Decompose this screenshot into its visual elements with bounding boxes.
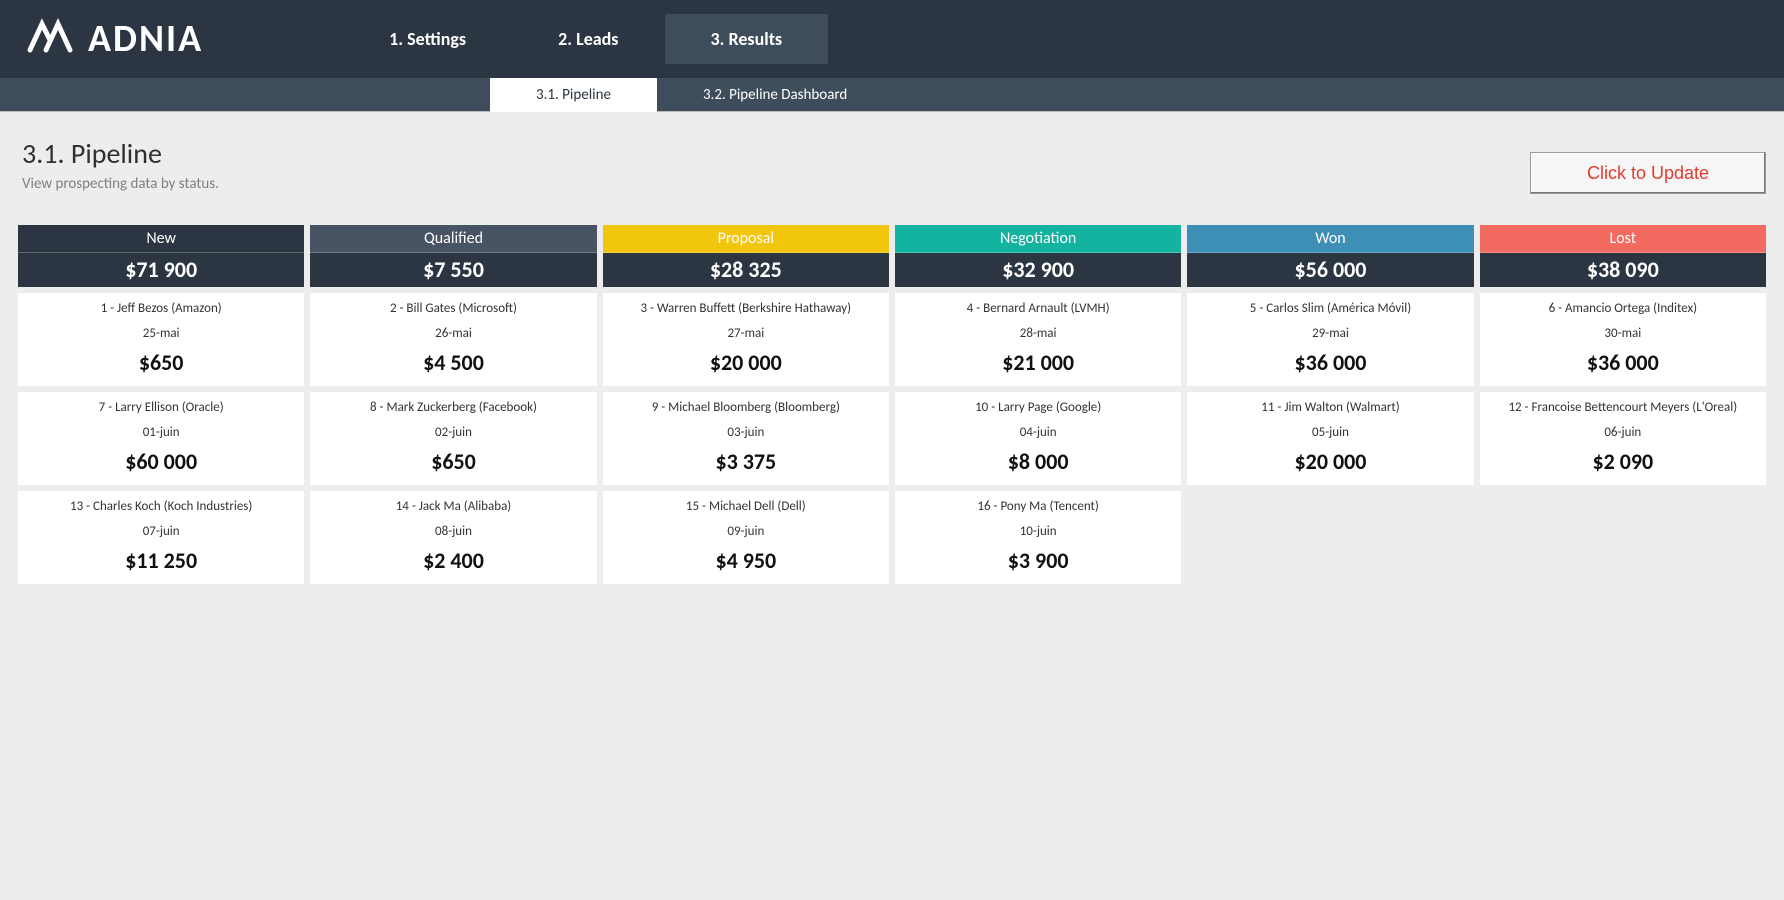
card-name: 1 - Jeff Bezos (Amazon) — [22, 301, 300, 316]
card-date: 01-juin — [22, 425, 300, 440]
subtab-pipeline[interactable]: 3.1. Pipeline — [490, 78, 657, 112]
card-amount: $20 000 — [607, 349, 885, 376]
pipeline-card[interactable]: 15 - Michael Dell (Dell) 09-juin $4 950 — [603, 491, 889, 584]
card-name: 6 - Amancio Ortega (Inditex) — [1484, 301, 1762, 316]
brand-logo: ADNIA — [0, 10, 203, 69]
column-title: New — [18, 225, 304, 253]
column-total: $71 900 — [18, 253, 304, 287]
tab-leads[interactable]: 2. Leads — [512, 14, 664, 64]
card-amount: $20 000 — [1191, 448, 1469, 475]
card-name: 8 - Mark Zuckerberg (Facebook) — [314, 400, 592, 415]
pipeline-column: Qualified$7 550 2 - Bill Gates (Microsoft… — [310, 225, 596, 584]
card-name: 13 - Charles Koch (Koch Industries) — [22, 499, 300, 514]
card-date: 10-juin — [899, 524, 1177, 539]
card-amount: $2 400 — [314, 547, 592, 574]
card-name: 2 - Bill Gates (Microsoft) — [314, 301, 592, 316]
tab-settings[interactable]: 1. Settings — [343, 14, 512, 64]
column-title: Negotiation — [895, 225, 1181, 253]
topbar: ADNIA 1. Settings 2. Leads 3. Results — [0, 0, 1784, 78]
card-amount: $2 090 — [1484, 448, 1762, 475]
card-date: 26-mai — [314, 326, 592, 341]
pipeline-column: Negotiation$32 900 4 - Bernard Arnault (L… — [895, 225, 1181, 584]
pipeline-card[interactable]: 16 - Pony Ma (Tencent) 10-juin $3 900 — [895, 491, 1181, 584]
card-amount: $60 000 — [22, 448, 300, 475]
card-amount: $4 500 — [314, 349, 592, 376]
tab-results[interactable]: 3. Results — [665, 14, 829, 64]
pipeline-column: Proposal$28 325 3 - Warren Buffett (Berks… — [603, 225, 889, 584]
sub-tabs: 3.1. Pipeline 3.2. Pipeline Dashboard — [0, 78, 1784, 112]
column-total: $28 325 — [603, 253, 889, 287]
card-date: 03-juin — [607, 425, 885, 440]
card-name: 7 - Larry Ellison (Oracle) — [22, 400, 300, 415]
card-name: 10 - Larry Page (Google) — [899, 400, 1177, 415]
card-name: 3 - Warren Buffett (Berkshire Hathaway) — [607, 301, 885, 316]
card-date: 27-mai — [607, 326, 885, 341]
card-date: 05-juin — [1191, 425, 1469, 440]
card-amount: $4 950 — [607, 547, 885, 574]
pipeline-card[interactable]: 10 - Larry Page (Google) 04-juin $8 000 — [895, 392, 1181, 485]
pipeline-card[interactable]: 7 - Larry Ellison (Oracle) 01-juin $60 000 — [18, 392, 304, 485]
card-date: 09-juin — [607, 524, 885, 539]
column-title: Proposal — [603, 225, 889, 253]
card-amount: $36 000 — [1191, 349, 1469, 376]
page-title: 3.1. Pipeline — [22, 136, 1762, 171]
card-name: 14 - Jack Ma (Alibaba) — [314, 499, 592, 514]
card-name: 16 - Pony Ma (Tencent) — [899, 499, 1177, 514]
card-name: 11 - Jim Walton (Walmart) — [1191, 400, 1469, 415]
pipeline-card[interactable]: 8 - Mark Zuckerberg (Facebook) 02-juin $65… — [310, 392, 596, 485]
card-date: 28-mai — [899, 326, 1177, 341]
page-subtitle: View prospecting data by status. — [22, 175, 1762, 193]
pipeline-card[interactable]: 14 - Jack Ma (Alibaba) 08-juin $2 400 — [310, 491, 596, 584]
pipeline-card[interactable]: 4 - Bernard Arnault (LVMH) 28-mai $21 000 — [895, 293, 1181, 386]
column-total: $7 550 — [310, 253, 596, 287]
column-total: $56 000 — [1187, 253, 1473, 287]
update-button[interactable]: Click to Update — [1530, 152, 1766, 194]
pipeline-column: Won$56 000 5 - Carlos Slim (América Móvil… — [1187, 225, 1473, 584]
pipeline-card[interactable]: 2 - Bill Gates (Microsoft) 26-mai $4 500 — [310, 293, 596, 386]
card-amount: $11 250 — [22, 547, 300, 574]
card-date: 30-mai — [1484, 326, 1762, 341]
card-amount: $8 000 — [899, 448, 1177, 475]
card-date: 04-juin — [899, 425, 1177, 440]
card-amount: $650 — [314, 448, 592, 475]
brand-text: ADNIA — [88, 16, 203, 62]
pipeline-card[interactable]: 3 - Warren Buffett (Berkshire Hathaway) 2… — [603, 293, 889, 386]
logo-icon — [26, 10, 74, 69]
card-amount: $21 000 — [899, 349, 1177, 376]
card-date: 02-juin — [314, 425, 592, 440]
pipeline-board: New$71 900 1 - Jeff Bezos (Amazon) 25-mai $… — [0, 193, 1784, 584]
card-amount: $3 375 — [607, 448, 885, 475]
pipeline-card[interactable]: 9 - Michael Bloomberg (Bloomberg) 03-juin… — [603, 392, 889, 485]
page-header: 3.1. Pipeline View prospecting data by s… — [0, 112, 1784, 193]
card-amount: $3 900 — [899, 547, 1177, 574]
pipeline-column: Lost$38 090 6 - Amancio Ortega (Inditex) 3… — [1480, 225, 1766, 584]
pipeline-card[interactable]: 12 - Francoise Bettencourt Meyers (L'Ore… — [1480, 392, 1766, 485]
column-title: Lost — [1480, 225, 1766, 253]
card-date: 25-mai — [22, 326, 300, 341]
card-date: 06-juin — [1484, 425, 1762, 440]
pipeline-card[interactable]: 13 - Charles Koch (Koch Industries) 07-ju… — [18, 491, 304, 584]
pipeline-card[interactable]: 6 - Amancio Ortega (Inditex) 30-mai $36 00… — [1480, 293, 1766, 386]
card-amount: $36 000 — [1484, 349, 1762, 376]
card-name: 12 - Francoise Bettencourt Meyers (L'Ore… — [1484, 400, 1762, 415]
column-total: $38 090 — [1480, 253, 1766, 287]
pipeline-card[interactable]: 1 - Jeff Bezos (Amazon) 25-mai $650 — [18, 293, 304, 386]
column-title: Qualified — [310, 225, 596, 253]
card-name: 4 - Bernard Arnault (LVMH) — [899, 301, 1177, 316]
card-amount: $650 — [22, 349, 300, 376]
subtab-pipeline-dashboard[interactable]: 3.2. Pipeline Dashboard — [657, 78, 893, 112]
column-title: Won — [1187, 225, 1473, 253]
card-date: 08-juin — [314, 524, 592, 539]
card-name: 9 - Michael Bloomberg (Bloomberg) — [607, 400, 885, 415]
pipeline-card[interactable]: 5 - Carlos Slim (América Móvil) 29-mai $36… — [1187, 293, 1473, 386]
pipeline-column: New$71 900 1 - Jeff Bezos (Amazon) 25-mai $… — [18, 225, 304, 584]
card-name: 5 - Carlos Slim (América Móvil) — [1191, 301, 1469, 316]
card-date: 07-juin — [22, 524, 300, 539]
pipeline-card[interactable]: 11 - Jim Walton (Walmart) 05-juin $20 000 — [1187, 392, 1473, 485]
card-date: 29-mai — [1191, 326, 1469, 341]
column-total: $32 900 — [895, 253, 1181, 287]
main-tabs: 1. Settings 2. Leads 3. Results — [343, 14, 828, 64]
card-name: 15 - Michael Dell (Dell) — [607, 499, 885, 514]
